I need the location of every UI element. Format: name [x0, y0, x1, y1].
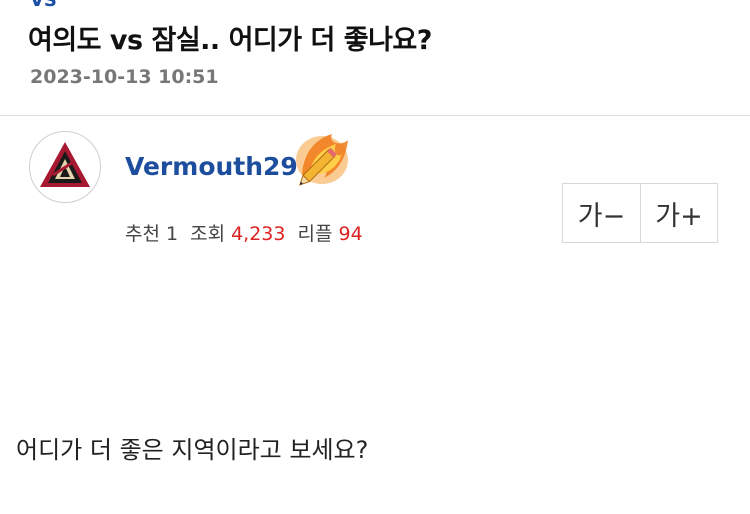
recommend-label: 추천	[125, 223, 160, 245]
replies-label: 리플	[297, 223, 333, 245]
post-title: 여의도 vs 잠실.. 어디가 더 좋나요?	[28, 25, 432, 56]
team-logo-a-icon	[40, 142, 90, 187]
replies-count: 94	[338, 223, 363, 245]
views-label: 조회	[190, 223, 226, 245]
font-size-controls: 가− 가+	[562, 183, 718, 243]
avatar[interactable]	[29, 131, 101, 203]
recommend-count: 1	[165, 223, 179, 245]
views-count: 4,233	[231, 223, 286, 245]
category-label[interactable]: VS	[30, 0, 57, 11]
post-date: 2023-10-13 10:51	[30, 66, 219, 88]
flaming-pencil-icon	[284, 130, 354, 196]
author-name[interactable]: Vermouth29	[125, 152, 298, 181]
post-body: 어디가 더 좋은 지역이라고 보세요?	[16, 436, 369, 464]
post-stats: 추천 1 조회 4,233 리플 94	[125, 219, 369, 246]
font-increase-button[interactable]: 가+	[640, 184, 717, 242]
header-divider	[0, 115, 750, 116]
font-decrease-button[interactable]: 가−	[563, 184, 640, 242]
